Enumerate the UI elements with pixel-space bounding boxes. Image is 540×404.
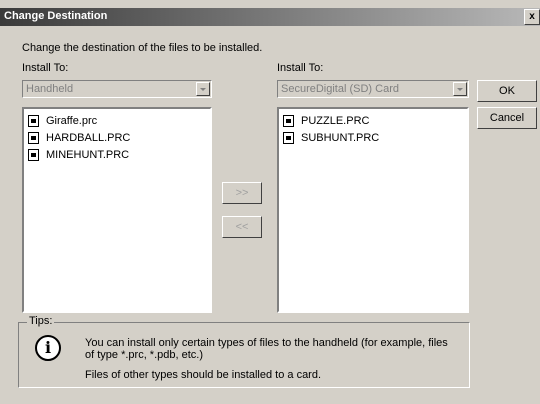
file-icon <box>28 149 39 161</box>
ok-button[interactable]: OK <box>477 80 537 102</box>
file-icon <box>28 115 39 127</box>
left-file-list[interactable]: Giraffe.prc HARDBALL.PRC MINEHUNT.PRC <box>22 107 212 313</box>
title-bar: Change Destination x <box>0 8 540 26</box>
list-item[interactable]: PUZZLE.PRC <box>279 113 467 129</box>
right-combo-value: SecureDigital (SD) Card <box>281 83 399 95</box>
file-name: MINEHUNT.PRC <box>46 149 130 161</box>
tip-text-2: Files of other types should be installed… <box>85 369 322 381</box>
description-text: Change the destination of the files to b… <box>22 42 263 54</box>
info-icon: i <box>35 335 61 361</box>
left-combo-value: Handheld <box>26 83 74 95</box>
cancel-button[interactable]: Cancel <box>477 107 537 129</box>
file-name: HARDBALL.PRC <box>46 132 131 144</box>
file-name: PUZZLE.PRC <box>301 115 370 127</box>
left-install-to-label: Install To: <box>22 62 69 74</box>
right-file-list[interactable]: PUZZLE.PRC SUBHUNT.PRC <box>277 107 469 313</box>
file-icon <box>283 115 294 127</box>
right-install-to-label: Install To: <box>277 62 324 74</box>
list-item[interactable]: HARDBALL.PRC <box>24 130 210 146</box>
move-left-button[interactable]: << <box>222 216 262 238</box>
tips-label: Tips: <box>27 315 55 327</box>
file-name: Giraffe.prc <box>46 115 98 127</box>
chevron-down-icon[interactable] <box>196 82 210 96</box>
file-name: SUBHUNT.PRC <box>301 132 380 144</box>
chevron-down-icon[interactable] <box>453 82 467 96</box>
file-icon <box>283 132 294 144</box>
list-item[interactable]: MINEHUNT.PRC <box>24 147 210 163</box>
tip-text-1: You can install only certain types of fi… <box>85 337 448 361</box>
move-right-button[interactable]: >> <box>222 182 262 204</box>
change-destination-dialog: Change Destination x Change the destinat… <box>0 0 540 404</box>
window-title: Change Destination <box>4 10 108 22</box>
file-icon <box>28 132 39 144</box>
left-install-to-combo[interactable]: Handheld <box>22 80 212 98</box>
tips-group: Tips: i You can install only certain typ… <box>18 315 470 388</box>
close-button[interactable]: x <box>524 9 540 25</box>
list-item[interactable]: SUBHUNT.PRC <box>279 130 467 146</box>
list-item[interactable]: Giraffe.prc <box>24 113 210 129</box>
right-install-to-combo[interactable]: SecureDigital (SD) Card <box>277 80 469 98</box>
